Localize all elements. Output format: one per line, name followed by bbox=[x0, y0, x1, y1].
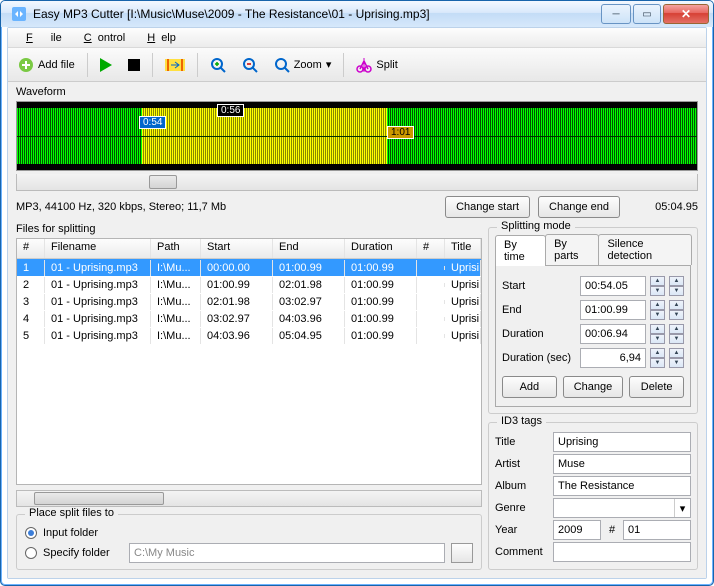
dur-spin1[interactable]: ▲▼ bbox=[650, 324, 665, 344]
waveform-label: Waveform bbox=[16, 86, 698, 98]
table-header: # Filename Path Start End Duration # Tit… bbox=[17, 239, 481, 259]
browse-folder-button[interactable] bbox=[451, 543, 473, 563]
stop-button[interactable] bbox=[122, 51, 146, 79]
app-window: Easy MP3 Cutter [I:\Music\Muse\2009 - Th… bbox=[0, 0, 714, 586]
id3-comment-input[interactable] bbox=[553, 542, 691, 562]
table-row[interactable]: 401 - Uprising.mp3I:\Mu...03:02.9704:03.… bbox=[17, 310, 481, 327]
id3-group: ID3 tags TitleUprising ArtistMuse AlbumT… bbox=[488, 422, 698, 570]
radio-input-folder[interactable] bbox=[25, 527, 37, 539]
col-filename[interactable]: Filename bbox=[45, 239, 151, 258]
window-title: Easy MP3 Cutter [I:\Music\Muse\2009 - Th… bbox=[33, 7, 601, 21]
tab-by-parts[interactable]: By parts bbox=[545, 234, 599, 265]
waveform-display[interactable]: 0:54 0:56 1:01 bbox=[16, 101, 698, 171]
play-icon bbox=[100, 58, 112, 72]
marker-end[interactable]: 1:01 bbox=[387, 126, 414, 139]
zoom-selection-button[interactable] bbox=[159, 51, 191, 79]
change-end-button[interactable]: Change end bbox=[538, 196, 620, 218]
id3-album-input[interactable]: The Resistance bbox=[553, 476, 691, 496]
chevron-down-icon: ▾ bbox=[326, 58, 332, 71]
col-num2[interactable]: # bbox=[417, 239, 445, 258]
files-table: # Filename Path Start End Duration # Tit… bbox=[16, 238, 482, 485]
files-label: Files for splitting bbox=[16, 223, 482, 235]
total-duration: 05:04.95 bbox=[628, 201, 698, 213]
dursec-spin1[interactable]: ▲▼ bbox=[650, 348, 665, 368]
start-spin2[interactable]: ▲▼ bbox=[669, 276, 684, 296]
change-start-button[interactable]: Change start bbox=[445, 196, 530, 218]
duration-sec-input[interactable]: 6,94 bbox=[580, 348, 646, 368]
marker-play[interactable]: 0:56 bbox=[217, 104, 244, 117]
zoom-dropdown[interactable]: Zoom ▾ bbox=[268, 51, 338, 79]
toolbar: Add file Zoom ▾ Split bbox=[8, 48, 706, 82]
id3-track-input[interactable]: 01 bbox=[623, 520, 691, 540]
zoom-out-button[interactable] bbox=[236, 51, 264, 79]
file-info: MP3, 44100 Hz, 320 kbps, Stereo; 11,7 Mb bbox=[16, 201, 437, 213]
start-input[interactable]: 00:54.05 bbox=[580, 276, 646, 296]
col-num[interactable]: # bbox=[17, 239, 45, 258]
stop-icon bbox=[128, 59, 140, 71]
change-button[interactable]: Change bbox=[563, 376, 624, 398]
id3-title-input[interactable]: Uprising bbox=[553, 432, 691, 452]
menu-file[interactable]: File bbox=[14, 30, 68, 46]
dursec-spin2[interactable]: ▲▼ bbox=[669, 348, 684, 368]
add-file-button[interactable]: Add file bbox=[12, 51, 81, 79]
start-spin1[interactable]: ▲▼ bbox=[650, 276, 665, 296]
id3-artist-input[interactable]: Muse bbox=[553, 454, 691, 474]
id3-genre-combo[interactable]: ▾ bbox=[553, 498, 691, 518]
col-duration[interactable]: Duration bbox=[345, 239, 417, 258]
play-button[interactable] bbox=[94, 51, 118, 79]
tab-by-time[interactable]: By time bbox=[495, 235, 546, 266]
close-button[interactable]: ✕ bbox=[663, 4, 709, 24]
titlebar[interactable]: Easy MP3 Cutter [I:\Music\Muse\2009 - Th… bbox=[1, 1, 713, 27]
app-icon bbox=[11, 6, 27, 22]
waveform-scrollbar[interactable] bbox=[16, 174, 698, 191]
table-hscroll[interactable] bbox=[16, 490, 482, 507]
zoom-in-button[interactable] bbox=[204, 51, 232, 79]
folder-path-input[interactable]: C:\My Music bbox=[129, 543, 445, 563]
col-start[interactable]: Start bbox=[201, 239, 273, 258]
col-title[interactable]: Title bbox=[445, 239, 481, 258]
minimize-button[interactable]: ─ bbox=[601, 4, 631, 24]
client-area: File Control Help Add file Zoom ▾ Split … bbox=[7, 27, 707, 579]
tab-silence[interactable]: Silence detection bbox=[598, 234, 692, 265]
menu-control[interactable]: Control bbox=[72, 30, 131, 46]
output-group: Place split files to Input folder Specif… bbox=[16, 514, 482, 570]
menu-help[interactable]: Help bbox=[135, 30, 182, 46]
duration-input[interactable]: 00:06.94 bbox=[580, 324, 646, 344]
id3-year-input[interactable]: 2009 bbox=[553, 520, 601, 540]
delete-button[interactable]: Delete bbox=[629, 376, 684, 398]
radio-specify-folder[interactable] bbox=[25, 547, 37, 559]
table-row[interactable]: 301 - Uprising.mp3I:\Mu...02:01.9803:02.… bbox=[17, 293, 481, 310]
table-row[interactable]: 101 - Uprising.mp3I:\Mu...00:00.0001:00.… bbox=[17, 259, 481, 276]
maximize-button[interactable]: ▭ bbox=[633, 4, 661, 24]
marker-start[interactable]: 0:54 bbox=[139, 116, 166, 129]
table-row[interactable]: 501 - Uprising.mp3I:\Mu...04:03.9605:04.… bbox=[17, 327, 481, 344]
col-path[interactable]: Path bbox=[151, 239, 201, 258]
menubar: File Control Help bbox=[8, 28, 706, 48]
dur-spin2[interactable]: ▲▼ bbox=[669, 324, 684, 344]
end-input[interactable]: 01:00.99 bbox=[580, 300, 646, 320]
splitting-mode-group: Splitting mode By time By parts Silence … bbox=[488, 227, 698, 414]
chevron-down-icon: ▾ bbox=[674, 499, 690, 517]
end-spin1[interactable]: ▲▼ bbox=[650, 300, 665, 320]
add-button[interactable]: Add bbox=[502, 376, 557, 398]
col-end[interactable]: End bbox=[273, 239, 345, 258]
table-row[interactable]: 201 - Uprising.mp3I:\Mu...01:00.9902:01.… bbox=[17, 276, 481, 293]
split-button[interactable]: Split bbox=[350, 51, 403, 79]
end-spin2[interactable]: ▲▼ bbox=[669, 300, 684, 320]
